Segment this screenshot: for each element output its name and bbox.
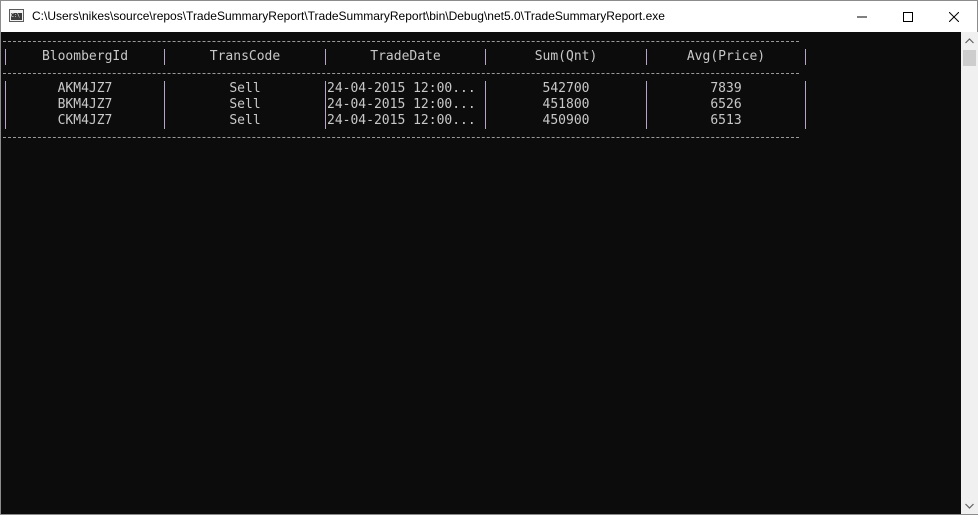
cell-avg-price: 7839 <box>710 81 742 96</box>
column-header-avg-price: Avg(Price) <box>686 49 766 64</box>
column-separator <box>325 81 326 129</box>
column-header-bloombergid: BloombergId <box>41 49 129 64</box>
cell-transcode: Sell <box>229 113 261 128</box>
cell-tradedate: 24-04-2015 12:00... <box>327 113 476 128</box>
cell-bloombergid: BKM4JZ7 <box>57 97 113 112</box>
table-header-rule <box>3 73 799 74</box>
cell-sum-qnt: 450900 <box>542 113 590 128</box>
table-bottom-rule <box>3 137 799 138</box>
maximize-button[interactable] <box>885 1 931 32</box>
scroll-down-arrow-icon <box>965 503 974 509</box>
cell-transcode: Sell <box>229 81 261 96</box>
minimize-button[interactable] <box>839 1 885 32</box>
cell-tradedate: 24-04-2015 12:00... <box>327 97 476 112</box>
cell-tradedate: 24-04-2015 12:00... <box>327 81 476 96</box>
cell-sum-qnt: 451800 <box>542 97 590 112</box>
console-output[interactable]: BloombergId TransCode TradeDate Sum(Qnt)… <box>1 32 961 514</box>
scroll-down-button[interactable] <box>961 497 978 514</box>
cell-transcode: Sell <box>229 97 261 112</box>
maximize-icon <box>903 11 913 22</box>
table-top-rule <box>3 41 799 42</box>
cell-sum-qnt: 542700 <box>542 81 590 96</box>
column-header-tradedate: TradeDate <box>370 49 441 64</box>
scroll-up-button[interactable] <box>961 32 978 49</box>
column-header-transcode: TransCode <box>209 49 281 64</box>
column-separator <box>805 49 806 65</box>
cell-bloombergid: AKM4JZ7 <box>57 81 113 96</box>
column-separator <box>805 81 806 129</box>
console-window: C:\ C:\Users\nikes\source\repos\TradeSum… <box>0 0 978 515</box>
console-app-icon[interactable]: C:\ <box>9 9 24 22</box>
close-icon <box>949 11 959 22</box>
cell-bloombergid: CKM4JZ7 <box>57 113 113 128</box>
scroll-up-arrow-icon <box>965 37 974 43</box>
vertical-scrollbar[interactable] <box>961 32 978 514</box>
scroll-thumb[interactable] <box>963 50 976 66</box>
cell-avg-price: 6526 <box>710 97 742 112</box>
minimize-icon <box>857 16 867 17</box>
close-button[interactable] <box>931 1 977 32</box>
window-title: C:\Users\nikes\source\repos\TradeSummary… <box>32 9 665 23</box>
cell-avg-price: 6513 <box>710 113 742 128</box>
column-header-sum-qnt: Sum(Qnt) <box>534 49 598 64</box>
title-bar[interactable]: C:\ C:\Users\nikes\source\repos\TradeSum… <box>1 1 977 32</box>
